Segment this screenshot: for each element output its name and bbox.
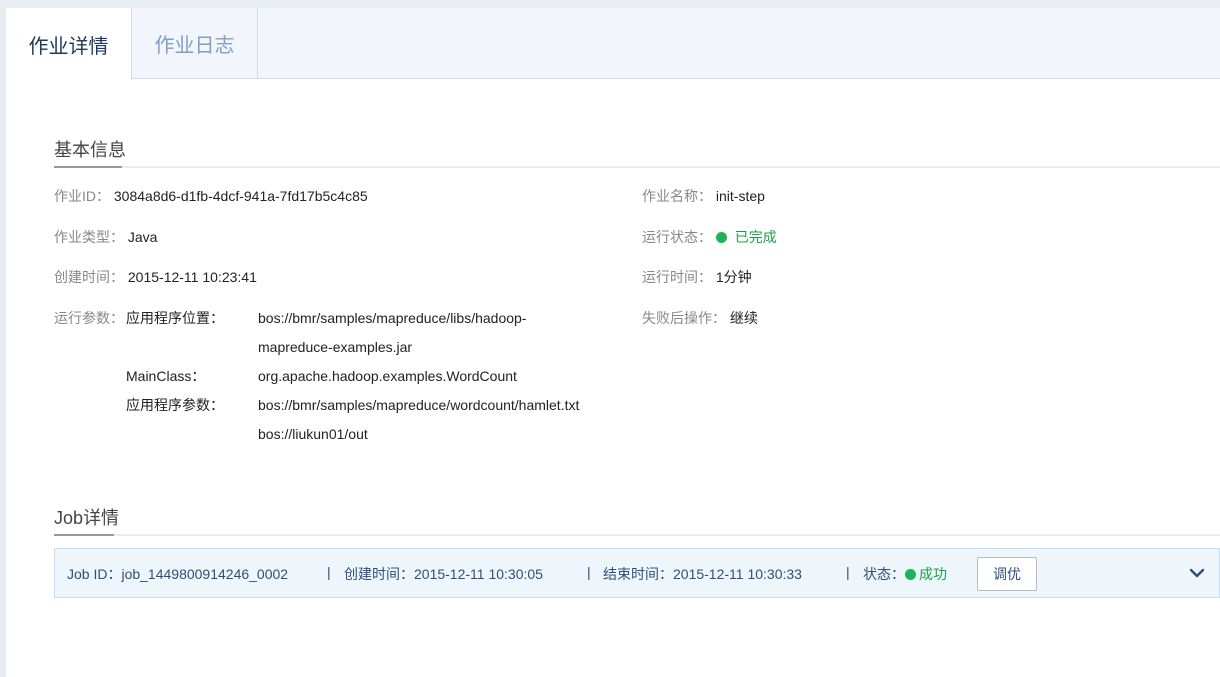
job-type-label: 作业类型： xyxy=(54,229,124,245)
job-name-row: 作业名称： init-step xyxy=(642,186,765,206)
app-location-value-line2: mapreduce-examples.jar xyxy=(258,339,413,355)
mainclass-label: MainClass： xyxy=(126,368,206,384)
app-args-value-line2: bos://liukun01/out xyxy=(258,426,368,442)
job-id-value: 3084a8d6-d1fb-4dcf-941a-7fd17b5c4c85 xyxy=(113,188,368,204)
job-type-row: 作业类型： Java xyxy=(54,227,157,247)
job-row[interactable]: Job ID：job_1449800914246_0002 | 创建时间：201… xyxy=(54,548,1220,598)
job-status-value: 成功 xyxy=(919,566,947,582)
basic-info-title: 基本信息 xyxy=(54,140,126,160)
tab-bar: 作业详情 作业日志 xyxy=(6,8,1220,80)
job-status: 状态： 成功 xyxy=(863,564,947,584)
fail-action-value: 继续 xyxy=(729,310,758,326)
job-status-label: 状态： xyxy=(863,566,905,582)
fail-action-label: 失败后操作： xyxy=(642,310,726,326)
job-detail-panel: 作业详情 作业日志 基本信息 作业ID： 3084a8d6-d1fb-4dcf-… xyxy=(6,8,1220,677)
app-location-value-line1: bos://bmr/samples/mapreduce/libs/hadoop- xyxy=(258,310,527,326)
created-row: 创建时间： 2015-12-11 10:23:41 xyxy=(54,267,257,287)
tune-button[interactable]: 调优 xyxy=(977,557,1037,591)
job-ended-text: 结束时间：2015-12-11 10:30:33 xyxy=(603,566,802,582)
job-id-text: Job ID：job_1449800914246_0002 xyxy=(67,566,289,582)
status-success-dot-icon xyxy=(905,569,916,580)
job-detail-title: Job详情 xyxy=(54,508,120,528)
created-value: 2015-12-11 10:23:41 xyxy=(127,269,257,285)
app-args-label: 应用程序参数： xyxy=(126,397,224,413)
chevron-down-icon[interactable] xyxy=(1187,563,1207,583)
job-id-label: 作业ID： xyxy=(54,188,110,204)
job-created-text: 创建时间：2015-12-11 10:30:05 xyxy=(344,566,543,582)
mainclass-value: org.apache.hadoop.examples.WordCount xyxy=(258,368,517,384)
params-label: 运行参数： xyxy=(54,310,124,326)
basic-info-divider xyxy=(54,166,1220,168)
tab-job-detail[interactable]: 作业详情 xyxy=(6,8,132,80)
run-status-label: 运行状态： xyxy=(642,229,712,245)
runtime-label: 运行时间： xyxy=(642,269,712,285)
status-success-dot-icon xyxy=(715,232,727,243)
run-status-value: 已完成 xyxy=(734,229,777,245)
runtime-value: 1分钟 xyxy=(715,269,752,285)
separator: | xyxy=(327,564,331,580)
separator: | xyxy=(587,564,591,580)
job-detail-divider xyxy=(54,534,1220,536)
app-args-value-line1: bos://bmr/samples/mapreduce/wordcount/ha… xyxy=(258,397,580,413)
job-type-value: Java xyxy=(127,229,158,245)
app-location-label: 应用程序位置： xyxy=(126,310,224,326)
tab-job-log[interactable]: 作业日志 xyxy=(132,8,258,79)
run-status-row: 运行状态： 已完成 xyxy=(642,227,777,247)
runtime-row: 运行时间： 1分钟 xyxy=(642,267,752,287)
job-name-label: 作业名称： xyxy=(642,188,712,204)
job-id-row: 作业ID： 3084a8d6-d1fb-4dcf-941a-7fd17b5c4c… xyxy=(54,186,368,206)
separator: | xyxy=(846,564,850,580)
job-name-value: init-step xyxy=(715,188,765,204)
created-label: 创建时间： xyxy=(54,269,124,285)
fail-action-row: 失败后操作： 继续 xyxy=(642,308,758,328)
